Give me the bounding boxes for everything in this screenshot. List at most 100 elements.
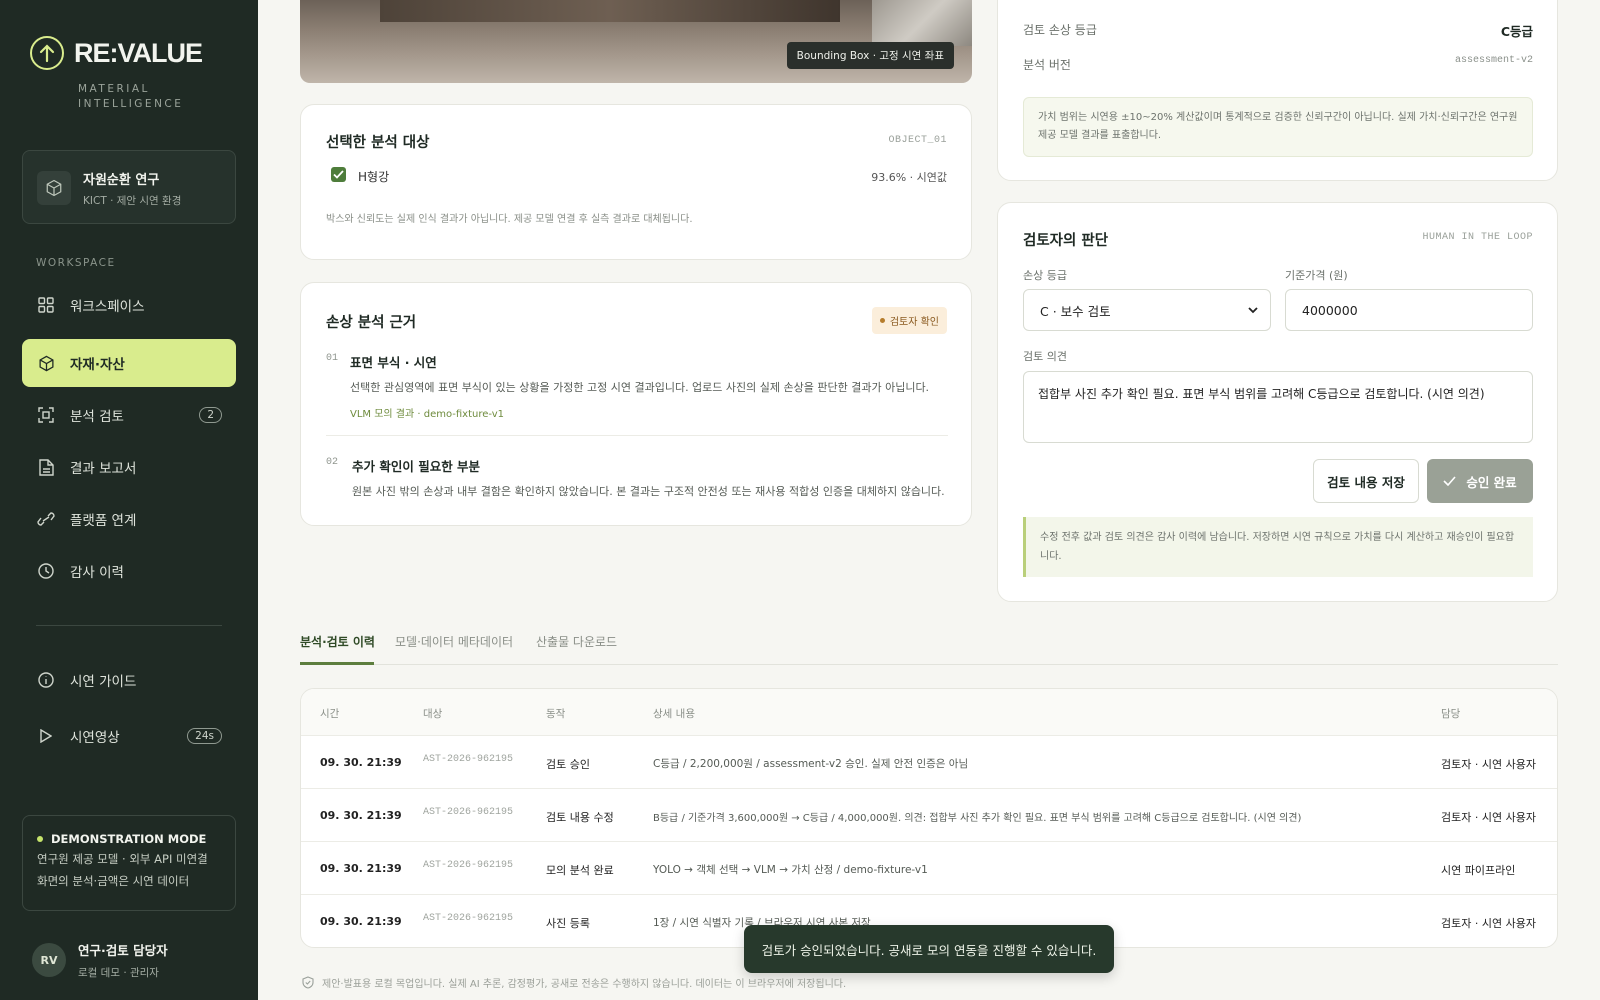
damage-grade-label: 손상 등급 (1023, 269, 1067, 282)
sidebar-item-demo-video[interactable]: 시연영상 24s (22, 712, 236, 760)
history-table: 시간 대상 동작 상세 내용 담당 09. 30. 21:39 AST-2026… (300, 688, 1558, 948)
row-time: 09. 30. 21:39 (320, 862, 402, 875)
save-review-button[interactable]: 검토 내용 저장 (1313, 459, 1419, 503)
table-row[interactable]: 09. 30. 21:39 AST-2026-962195 모의 분석 완료 Y… (301, 841, 1557, 894)
clock-icon (36, 561, 56, 581)
grid-icon (36, 295, 56, 315)
row-detail: YOLO → 객체 선택 → VLM → 가치 산정 / demo-fixtur… (653, 864, 928, 876)
sidebar-item-label: 결과 보고서 (70, 461, 137, 477)
sidebar-item-materials[interactable]: 자재·자산 (22, 339, 236, 387)
demo-mode-title: DEMONSTRATION MODE (37, 832, 221, 846)
project-title: 자원순환 연구 (83, 173, 160, 188)
workspace-section-label: WORKSPACE (36, 257, 116, 269)
check-icon (1443, 476, 1456, 486)
shield-check-icon (302, 976, 314, 989)
history-tabs: 분석·검토 이력 모델·데이터 메타데이터 산출물 다운로드 (300, 615, 1558, 665)
selected-target-title: 선택한 분석 대상 (326, 135, 430, 151)
column-header-detail: 상세 내용 (653, 708, 695, 720)
info-icon (36, 670, 56, 690)
row-target: AST-2026-962195 (423, 807, 514, 818)
sidebar-item-reports[interactable]: 결과 보고서 (22, 443, 236, 491)
status-dot-icon (37, 836, 43, 842)
step-title: 추가 확인이 필요한 부분 (352, 459, 481, 474)
user-name: 연구·검토 담당자 (78, 943, 168, 958)
base-price-input[interactable]: 4000000 (1285, 289, 1533, 331)
footer-note-text: 제안·발표용 로컬 목업입니다. 실제 AI 추론, 감정평가, 공새로 전송은… (322, 979, 847, 990)
link-icon (36, 509, 56, 529)
grade-label: 검토 손상 등급 (1023, 23, 1097, 37)
reviewer-title: 검토자의 판단 (1023, 233, 1109, 249)
sidebar-item-label: 워크스페이스 (70, 299, 145, 315)
row-time: 09. 30. 21:39 (320, 756, 402, 769)
row-action: 모의 분석 완료 (546, 864, 614, 877)
damage-grade-select[interactable]: C · 보수 검토 (1023, 289, 1271, 331)
tab-downloads[interactable]: 산출물 다운로드 (536, 633, 617, 650)
sidebar-item-platform[interactable]: 플랫폼 연계 (22, 495, 236, 543)
row-owner: 검토자 · 시연 사용자 (1441, 917, 1536, 930)
brand-logo[interactable]: RE:VALUE (30, 36, 203, 70)
opinion-textarea[interactable]: 접합부 사진 추가 확인 필요. 표면 부식 범위를 고려해 C등급으로 검토합… (1023, 371, 1533, 443)
column-header-owner: 담당 (1441, 708, 1461, 720)
approve-complete-button[interactable]: 승인 완료 (1427, 459, 1533, 503)
step-divider (326, 435, 948, 436)
damage-basis-card: 손상 분석 근거 검토자 확인 01 표면 부식 · 시연 선택한 관심영역에 … (300, 282, 972, 526)
project-switcher[interactable]: 자원순환 연구 KICT · 제안 시연 환경 (22, 150, 236, 224)
approval-toast[interactable]: 검토가 승인되었습니다. 공새로 모의 연동을 진행할 수 있습니다. (744, 925, 1114, 973)
document-icon (36, 457, 56, 477)
active-tab-underline (300, 662, 374, 665)
play-icon (36, 726, 56, 746)
avatar: RV (32, 943, 66, 977)
sidebar: RE:VALUE MATERIAL INTELLIGENCE 자원순환 연구 K… (0, 0, 258, 1000)
material-photo[interactable]: Bounding Box · 고정 시연 좌표 (300, 0, 972, 83)
approve-button-label: 승인 완료 (1466, 474, 1517, 490)
base-price-value: 4000000 (1302, 302, 1358, 318)
photo-stone (872, 0, 972, 46)
cube-icon (36, 353, 56, 373)
chevron-down-icon (1248, 307, 1258, 314)
demo-mode-line1: 연구원 제공 모델 · 외부 API 미연결 (37, 852, 208, 866)
review-count-badge: 2 (199, 407, 222, 423)
column-header-time: 시간 (320, 708, 340, 720)
sidebar-item-workspace[interactable]: 워크스페이스 (22, 281, 236, 329)
project-subtitle: KICT · 제안 시연 환경 (83, 195, 182, 207)
demonstration-mode-box: DEMONSTRATION MODE 연구원 제공 모델 · 외부 API 미연… (22, 815, 236, 911)
sidebar-item-label: 플랫폼 연계 (70, 513, 137, 529)
object-name: H형강 (358, 170, 390, 184)
tab-analysis-history[interactable]: 분석·검토 이력 (300, 633, 375, 650)
photo-plank (380, 0, 840, 22)
arrow-up-logo-icon (30, 36, 64, 70)
version-value: assessment-v2 (1454, 55, 1533, 66)
user-profile[interactable]: RV 연구·검토 담당자 로컬 데모 · 관리자 (32, 940, 168, 980)
video-duration-badge: 24s (187, 728, 222, 744)
damage-grade-selected-value: C · 보수 검토 (1040, 303, 1111, 319)
reviewer-check-badge-text: 검토자 확인 (889, 317, 939, 328)
brand-name: RE:VALUE (74, 37, 203, 68)
sidebar-item-label: 감사 이력 (70, 565, 124, 581)
table-row[interactable]: 09. 30. 21:39 AST-2026-962195 검토 내용 수정 B… (301, 788, 1557, 841)
sidebar-item-analysis-review[interactable]: 분석 검토 2 (22, 391, 236, 439)
sidebar-item-label: 자재·자산 (70, 357, 125, 373)
table-row[interactable]: 09. 30. 21:39 AST-2026-962195 검토 승인 C등급 … (301, 735, 1557, 788)
sidebar-divider (36, 625, 222, 626)
reviewer-check-badge: 검토자 확인 (871, 307, 947, 334)
row-action: 검토 승인 (546, 758, 590, 771)
opinion-text: 접합부 사진 추가 확인 필요. 표면 부식 범위를 고려해 C등급으로 검토합… (1038, 387, 1485, 401)
row-action: 사진 등록 (546, 917, 590, 930)
row-owner: 검토자 · 시연 사용자 (1441, 811, 1536, 824)
row-detail: C등급 / 2,200,000원 / assessment-v2 승인. 실제 … (653, 758, 969, 770)
version-label: 분석 버전 (1023, 58, 1071, 72)
footer-disclaimer: 제안·발표용 로컬 목업입니다. 실제 AI 추론, 감정평가, 공새로 전송은… (302, 975, 846, 990)
row-time: 09. 30. 21:39 (320, 809, 402, 822)
step-title: 표면 부식 · 시연 (350, 355, 437, 370)
audit-note: 수정 전후 값과 검토 의견은 감사 이력에 남습니다. 저장하면 시연 규칙으… (1023, 517, 1533, 577)
object-checkbox[interactable] (331, 167, 346, 182)
reviewer-decision-card: 검토자의 판단 HUMAN IN THE LOOP 손상 등급 C · 보수 검… (997, 202, 1558, 602)
row-target: AST-2026-962195 (423, 860, 514, 871)
sidebar-item-label: 분석 검토 (70, 409, 124, 425)
tab-model-metadata[interactable]: 모델·데이터 메타데이터 (395, 633, 513, 650)
row-time: 09. 30. 21:39 (320, 915, 402, 928)
selected-target-card: 선택한 분석 대상 OBJECT_01 H형강 93.6% · 시연값 박스와 … (300, 104, 972, 260)
sidebar-item-demo-guide[interactable]: 시연 가이드 (22, 656, 236, 704)
sidebar-item-audit[interactable]: 감사 이력 (22, 547, 236, 595)
base-price-label: 기준가격 (원) (1285, 269, 1348, 282)
